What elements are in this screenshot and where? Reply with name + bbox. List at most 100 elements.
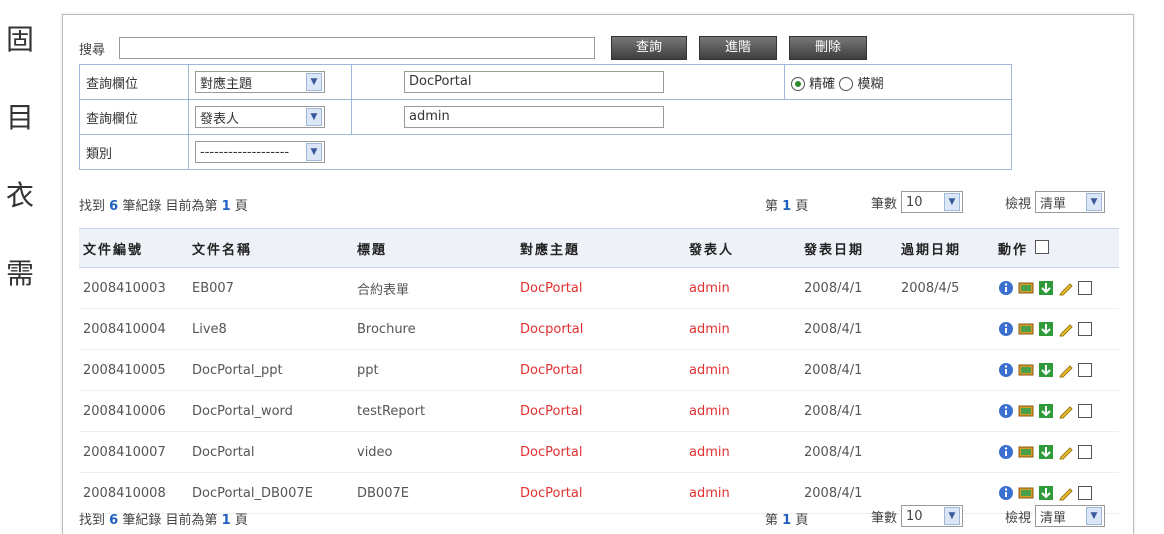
view-select[interactable]: 清單 ▼: [1035, 191, 1106, 213]
download-icon[interactable]: [1038, 485, 1054, 501]
download-icon[interactable]: [1038, 280, 1054, 296]
criteria-table: 查詢欄位 對應主題 ▼ DocPortal 精確 模糊 查詢欄位 發表人 ▼ a…: [79, 64, 1012, 170]
download-icon[interactable]: [1038, 444, 1054, 460]
criteria-label: 查詢欄位: [79, 99, 189, 135]
chevron-down-icon: ▼: [944, 507, 961, 525]
table-row[interactable]: 2008410003 EB007 合約表單 DocPortal admin 2008/4/…: [79, 267, 1119, 309]
page-unit: 頁: [795, 513, 809, 528]
doc-pub-date-cell: 2008/4/1: [800, 308, 897, 350]
field-select[interactable]: 發表人 ▼: [195, 106, 325, 128]
doc-title-cell: video: [353, 431, 516, 473]
info-icon[interactable]: [998, 280, 1014, 296]
table-row[interactable]: 2008410006 DocPortal_word testReport DocPor…: [79, 390, 1119, 432]
edit-pencil-icon[interactable]: [1058, 280, 1074, 296]
criteria-value-input[interactable]: admin: [404, 106, 664, 128]
page-size-label: 筆數: [871, 510, 898, 526]
edit-pencil-icon[interactable]: [1058, 362, 1074, 378]
doc-exp-date-cell: [897, 431, 994, 473]
row-actions: [994, 267, 1119, 309]
radio-exact[interactable]: [791, 77, 805, 91]
doc-pub-date-cell: 2008/4/1: [800, 431, 897, 473]
found-count: 6: [109, 513, 119, 528]
criteria-label: 類別: [79, 134, 189, 170]
col-header[interactable]: 過期日期: [897, 228, 994, 268]
category-select-value: -------------------: [200, 144, 290, 160]
image-icon[interactable]: [1018, 485, 1034, 501]
image-icon[interactable]: [1018, 321, 1034, 337]
image-icon[interactable]: [1018, 362, 1034, 378]
row-checkbox[interactable]: [1078, 363, 1092, 377]
chevron-down-icon: ▼: [1086, 193, 1103, 211]
page-number[interactable]: 1: [782, 513, 791, 528]
search-input[interactable]: [119, 37, 595, 59]
doc-topic-cell: DocPortal: [516, 267, 685, 309]
query-button[interactable]: 查詢: [611, 36, 687, 60]
doc-author-cell: admin: [685, 308, 800, 350]
table-row[interactable]: 2008410004 Live8 Brochure Docportal admin 200…: [79, 308, 1119, 350]
row-checkbox[interactable]: [1078, 281, 1092, 295]
view-label: 檢視: [1005, 510, 1032, 526]
doc-id-cell: 2008410004: [79, 308, 188, 350]
info-icon[interactable]: [998, 444, 1014, 460]
doc-id-cell: 2008410006: [79, 390, 188, 432]
row-actions: [994, 349, 1119, 391]
radio-fuzzy[interactable]: [839, 77, 854, 91]
select-all-checkbox[interactable]: [1034, 239, 1049, 254]
col-header[interactable]: 對應主題: [516, 228, 685, 268]
col-header[interactable]: 發表人: [685, 228, 800, 268]
page-number[interactable]: 1: [782, 199, 791, 214]
side-char: 目: [5, 101, 34, 134]
doc-author-cell: admin: [685, 431, 800, 473]
info-icon[interactable]: [998, 403, 1014, 419]
side-char: 固: [5, 23, 34, 56]
table-row[interactable]: 2008410005 DocPortal_ppt ppt DocPortal admin…: [79, 349, 1119, 391]
row-checkbox[interactable]: [1078, 404, 1092, 418]
field-select-value: 發表人: [200, 111, 240, 127]
table-header-row: 文件編號 文件名稱 標題 對應主題 發表人 發表日期 過期日期 動作: [79, 228, 1119, 268]
doc-author-cell: admin: [685, 390, 800, 432]
delete-button[interactable]: 刪除: [789, 36, 867, 60]
col-header[interactable]: 標題: [353, 228, 516, 268]
col-header[interactable]: 文件名稱: [188, 228, 353, 268]
image-icon[interactable]: [1018, 280, 1034, 296]
side-char: 需: [5, 257, 34, 290]
row-checkbox[interactable]: [1078, 486, 1092, 500]
row-checkbox[interactable]: [1078, 445, 1092, 459]
col-header[interactable]: 發表日期: [800, 228, 897, 268]
page-size-select[interactable]: 10 ▼: [901, 505, 964, 527]
doc-name-cell: EB007: [188, 267, 353, 309]
image-icon[interactable]: [1018, 444, 1034, 460]
col-header[interactable]: 文件編號: [79, 228, 188, 268]
actions-header-label: 動作: [998, 242, 1029, 258]
info-icon[interactable]: [998, 362, 1014, 378]
image-icon[interactable]: [1018, 403, 1034, 419]
found-prefix: 找到: [79, 199, 106, 214]
info-icon[interactable]: [998, 485, 1014, 501]
category-select[interactable]: ------------------- ▼: [195, 141, 325, 163]
info-icon[interactable]: [998, 321, 1014, 337]
edit-pencil-icon[interactable]: [1058, 444, 1074, 460]
edit-pencil-icon[interactable]: [1058, 403, 1074, 419]
chevron-down-icon: ▼: [944, 193, 961, 211]
criteria-label: 查詢欄位: [79, 64, 189, 100]
download-icon[interactable]: [1038, 403, 1054, 419]
edit-pencil-icon[interactable]: [1058, 485, 1074, 501]
current-page: 1: [221, 513, 231, 528]
doc-exp-date-cell: [897, 390, 994, 432]
row-checkbox[interactable]: [1078, 322, 1092, 336]
found-prefix: 找到: [79, 513, 106, 528]
view-select[interactable]: 清單 ▼: [1035, 505, 1106, 527]
doc-pub-date-cell: 2008/4/1: [800, 390, 897, 432]
table-row[interactable]: 2008410007 DocPortal video DocPortal admin 20…: [79, 431, 1119, 473]
doc-name-cell: DocPortal_ppt: [188, 349, 353, 391]
download-icon[interactable]: [1038, 321, 1054, 337]
edit-pencil-icon[interactable]: [1058, 321, 1074, 337]
criteria-value-input[interactable]: DocPortal: [404, 71, 664, 93]
doc-topic-cell: DocPortal: [516, 349, 685, 391]
field-select[interactable]: 對應主題 ▼: [195, 71, 325, 93]
advanced-button[interactable]: 進階: [699, 36, 777, 60]
page-size-select[interactable]: 10 ▼: [901, 191, 964, 213]
field-select-value: 對應主題: [200, 76, 253, 92]
download-icon[interactable]: [1038, 362, 1054, 378]
side-characters: 固 目 衣 需: [0, 18, 40, 330]
